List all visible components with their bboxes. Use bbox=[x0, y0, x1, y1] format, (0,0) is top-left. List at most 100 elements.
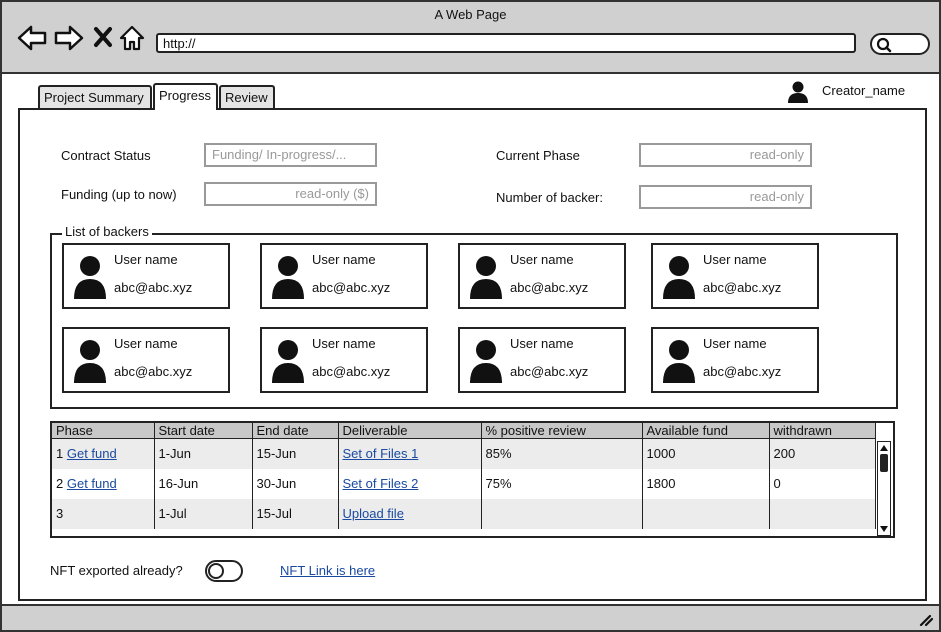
tab-progress[interactable]: Progress bbox=[153, 83, 218, 110]
column-header-available-fund[interactable]: Available fund bbox=[642, 423, 770, 439]
positive-review-cell bbox=[481, 498, 643, 529]
deliverable-link[interactable]: Set of Files 1 bbox=[343, 446, 419, 461]
backer-card[interactable]: User name abc@abc.xyz bbox=[458, 243, 626, 309]
tab-project-summary[interactable]: Project Summary bbox=[38, 85, 152, 109]
backer-name: User name bbox=[510, 336, 574, 351]
window-title: A Web Page bbox=[434, 7, 507, 22]
browser-statusbar bbox=[2, 604, 939, 630]
backer-card[interactable]: User name abc@abc.xyz bbox=[651, 327, 819, 393]
scroll-down-arrow-icon[interactable] bbox=[879, 525, 889, 533]
toggle-knob bbox=[208, 563, 224, 579]
current-phase-label: Current Phase bbox=[496, 148, 580, 163]
deliverable-link[interactable]: Set of Files 2 bbox=[343, 476, 419, 491]
user-avatar-icon bbox=[663, 340, 695, 383]
withdrawn-cell: 0 bbox=[769, 468, 876, 499]
backer-email: abc@abc.xyz bbox=[114, 364, 193, 379]
creator-name[interactable]: Creator_name bbox=[822, 83, 905, 98]
funding-label: Funding (up to now) bbox=[61, 187, 177, 202]
backer-email: abc@abc.xyz bbox=[510, 280, 589, 295]
user-avatar-icon bbox=[272, 256, 304, 299]
phase-table: Phase Start date End date Deliverable % … bbox=[50, 421, 895, 538]
start-date-cell: 1-Jun bbox=[154, 438, 253, 469]
contract-status-label: Contract Status bbox=[61, 148, 151, 163]
backer-card[interactable]: User name abc@abc.xyz bbox=[458, 327, 626, 393]
browser-search-box[interactable] bbox=[870, 33, 930, 55]
current-phase-field: read-only bbox=[639, 143, 812, 167]
table-row: 3 1-Jul 15-Jul Upload file bbox=[52, 498, 876, 529]
column-header-withdrawn[interactable]: withdrawn bbox=[769, 423, 876, 439]
backer-card[interactable]: User name abc@abc.xyz bbox=[260, 327, 428, 393]
get-fund-link[interactable]: Get fund bbox=[67, 446, 117, 461]
backer-name: User name bbox=[114, 336, 178, 351]
backer-email: abc@abc.xyz bbox=[510, 364, 589, 379]
scroll-up-arrow-icon[interactable] bbox=[879, 444, 889, 452]
start-date-cell: 1-Jul bbox=[154, 498, 253, 529]
nft-exported-label: NFT exported already? bbox=[50, 563, 183, 578]
get-fund-link[interactable]: Get fund bbox=[67, 476, 117, 491]
browser-titlebar: A Web Page http:// bbox=[2, 2, 939, 74]
phase-cell: 2 Get fund bbox=[52, 468, 155, 499]
backer-email: abc@abc.xyz bbox=[312, 364, 391, 379]
deliverable-cell: Upload file bbox=[338, 498, 482, 529]
user-avatar-icon bbox=[470, 256, 502, 299]
number-of-backer-label: Number of backer: bbox=[496, 190, 603, 205]
scroll-thumb[interactable] bbox=[880, 454, 888, 472]
withdrawn-cell bbox=[769, 498, 876, 529]
user-avatar-icon bbox=[470, 340, 502, 383]
browser-window: A Web Page http:// Project Summary Progr… bbox=[0, 0, 941, 632]
table-header-row: Phase Start date End date Deliverable % … bbox=[52, 423, 876, 439]
user-avatar-icon bbox=[272, 340, 304, 383]
back-arrow-icon[interactable] bbox=[16, 24, 48, 52]
close-x-icon[interactable] bbox=[93, 24, 113, 52]
tab-label: Review bbox=[225, 90, 268, 105]
user-avatar-icon[interactable] bbox=[787, 80, 809, 104]
backers-list-title: List of backers bbox=[62, 224, 152, 239]
tab-label: Project Summary bbox=[44, 90, 144, 105]
home-icon[interactable] bbox=[119, 24, 145, 52]
nft-link[interactable]: NFT Link is here bbox=[280, 563, 375, 578]
column-header-deliverable[interactable]: Deliverable bbox=[338, 423, 482, 439]
backer-email: abc@abc.xyz bbox=[703, 364, 782, 379]
tab-label: Progress bbox=[159, 88, 212, 103]
backer-card[interactable]: User name abc@abc.xyz bbox=[651, 243, 819, 309]
deliverable-cell: Set of Files 2 bbox=[338, 468, 482, 499]
end-date-cell: 30-Jun bbox=[252, 468, 339, 499]
forward-arrow-icon[interactable] bbox=[53, 24, 85, 52]
positive-review-cell: 75% bbox=[481, 468, 643, 499]
available-fund-cell bbox=[642, 498, 770, 529]
phase-number: 2 bbox=[56, 476, 64, 491]
backer-card[interactable]: User name abc@abc.xyz bbox=[260, 243, 428, 309]
phase-cell: 3 bbox=[52, 498, 155, 529]
search-icon bbox=[876, 37, 892, 53]
start-date-cell: 16-Jun bbox=[154, 468, 253, 499]
contract-status-field[interactable]: Funding/ In-progress/... bbox=[204, 143, 377, 167]
user-avatar-icon bbox=[663, 256, 695, 299]
positive-review-cell: 85% bbox=[481, 438, 643, 469]
table-scrollbar[interactable] bbox=[877, 441, 891, 536]
nft-exported-toggle[interactable] bbox=[205, 560, 243, 582]
resize-grip-icon[interactable] bbox=[917, 612, 933, 626]
backer-card[interactable]: User name abc@abc.xyz bbox=[62, 243, 230, 309]
column-header-phase[interactable]: Phase bbox=[52, 423, 155, 439]
backer-name: User name bbox=[312, 336, 376, 351]
column-header-end-date[interactable]: End date bbox=[252, 423, 339, 439]
backer-name: User name bbox=[312, 252, 376, 267]
available-fund-cell: 1000 bbox=[642, 438, 770, 469]
backer-email: abc@abc.xyz bbox=[703, 280, 782, 295]
backer-name: User name bbox=[114, 252, 178, 267]
upload-file-link[interactable]: Upload file bbox=[343, 506, 404, 521]
end-date-cell: 15-Jun bbox=[252, 438, 339, 469]
tab-review[interactable]: Review bbox=[219, 85, 275, 109]
column-header-start-date[interactable]: Start date bbox=[154, 423, 253, 439]
user-avatar-icon bbox=[74, 340, 106, 383]
available-fund-cell: 1800 bbox=[642, 468, 770, 499]
phase-number: 3 bbox=[56, 506, 64, 521]
funding-field: read-only ($) bbox=[204, 182, 377, 206]
backer-name: User name bbox=[703, 336, 767, 351]
phase-cell: 1 Get fund bbox=[52, 438, 155, 469]
url-input[interactable]: http:// bbox=[156, 33, 856, 53]
backer-email: abc@abc.xyz bbox=[312, 280, 391, 295]
number-of-backer-field: read-only bbox=[639, 185, 812, 209]
column-header-positive-review[interactable]: % positive review bbox=[481, 423, 643, 439]
backer-card[interactable]: User name abc@abc.xyz bbox=[62, 327, 230, 393]
